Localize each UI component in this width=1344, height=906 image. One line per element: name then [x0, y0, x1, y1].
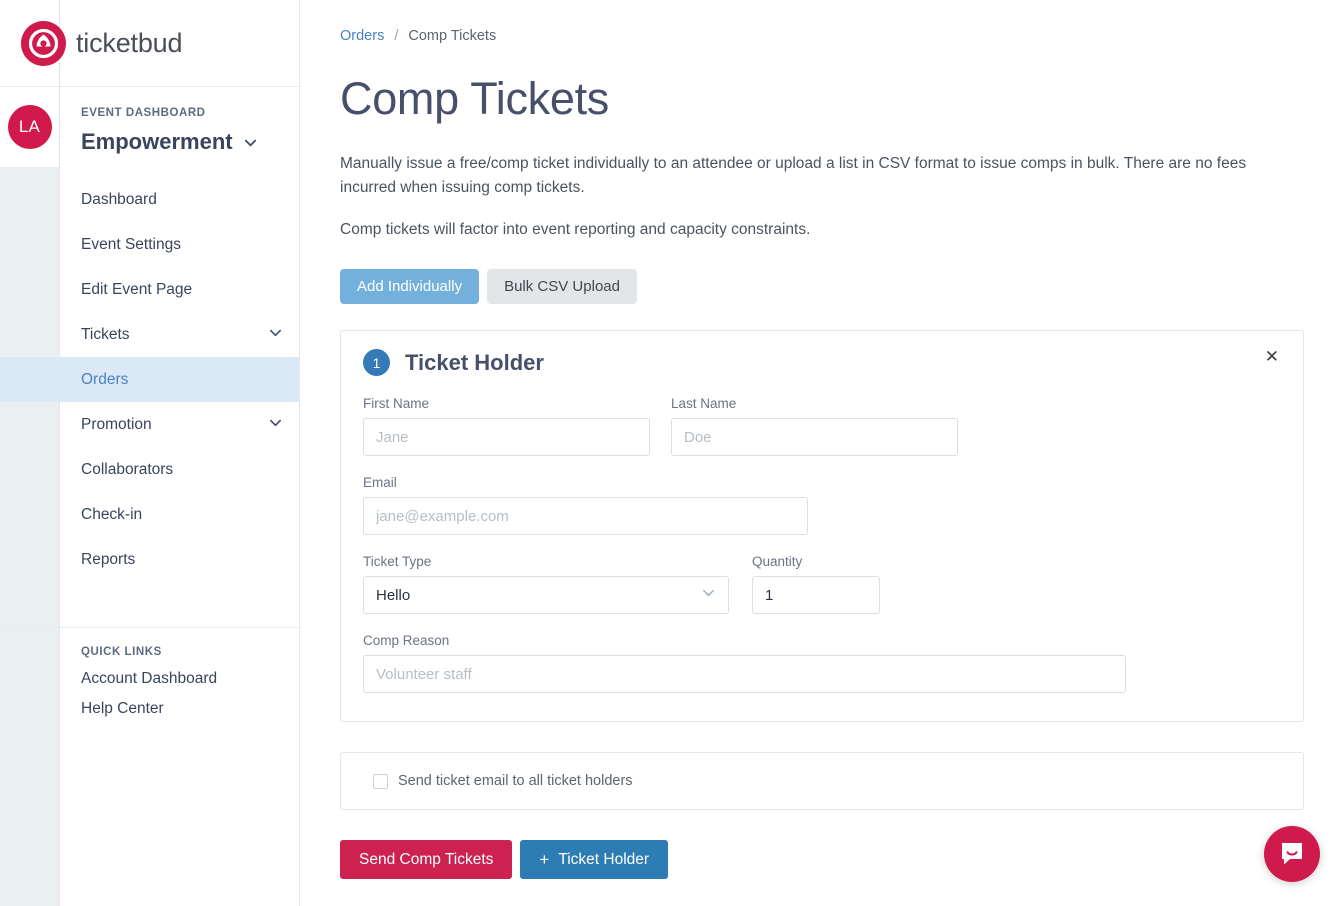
- event-name-label: Empowerment: [81, 129, 233, 154]
- tab-add-individually[interactable]: Add Individually: [340, 269, 480, 305]
- sidebar-item-label: Dashboard: [81, 190, 157, 208]
- event-switcher[interactable]: Empowerment: [60, 119, 299, 155]
- ticket-holder-card-title: Ticket Holder: [405, 349, 544, 375]
- comp-reason-input[interactable]: [363, 655, 1126, 694]
- sidebar-item-reports[interactable]: Reports: [0, 537, 299, 582]
- comp-reason-label: Comp Reason: [363, 633, 450, 649]
- type-quantity-row: Ticket Type Hello Quantity: [363, 554, 1281, 633]
- breadcrumb-separator: /: [394, 28, 399, 44]
- last-name-label: Last Name: [671, 396, 737, 412]
- page-description-1: Manually issue a free/comp ticket indivi…: [340, 155, 1247, 196]
- form-actions: Send Comp Tickets + Ticket Holder: [340, 840, 1304, 880]
- send-email-card: Send ticket email to all ticket holders: [340, 752, 1304, 811]
- ticket-holder-card-header: 1 Ticket Holder: [341, 331, 1303, 377]
- send-ticket-email-checkbox[interactable]: [373, 773, 388, 789]
- add-ticket-holder-label: Ticket Holder: [558, 850, 650, 868]
- breadcrumb-orders-link[interactable]: Orders: [340, 28, 384, 44]
- send-ticket-email-label[interactable]: Send ticket email to all ticket holders: [398, 773, 633, 789]
- sidebar-item-label: Reports: [81, 550, 136, 568]
- sidebar-item-label: Promotion: [81, 415, 152, 433]
- brand-name: ticketbud: [76, 27, 183, 58]
- ticket-type-select[interactable]: Hello: [363, 576, 729, 615]
- ticket-type-group: Ticket Type Hello: [363, 554, 729, 615]
- email-input[interactable]: [363, 497, 808, 536]
- chevron-down-icon: [243, 135, 258, 150]
- brand-header[interactable]: ticketbud: [0, 0, 300, 87]
- sidebar-item-collaborators[interactable]: Collaborators: [0, 447, 299, 492]
- quantity-label: Quantity: [752, 554, 803, 570]
- sidebar-item-event-settings[interactable]: Event Settings: [0, 222, 299, 267]
- sidebar-item-check-in[interactable]: Check-in: [0, 492, 299, 537]
- sidebar-item-orders[interactable]: Orders: [0, 357, 299, 402]
- sidebar-item-dashboard[interactable]: Dashboard: [0, 177, 299, 222]
- ticket-type-select-wrapper: Hello: [363, 576, 729, 615]
- quick-link-help-center[interactable]: Help Center: [60, 688, 299, 718]
- email-group: Email: [363, 475, 808, 536]
- sidebar-item-label: Collaborators: [81, 460, 174, 478]
- ticket-holder-number-badge: 1: [363, 349, 390, 377]
- sidebar-item-label: Event Settings: [81, 235, 181, 253]
- quick-links-title: QUICK LINKS: [81, 646, 162, 658]
- chat-bubble-icon: [1278, 839, 1306, 870]
- page-description-2: Comp tickets will factor into event repo…: [340, 221, 811, 239]
- sidebar-item-tickets[interactable]: Tickets: [0, 312, 299, 357]
- breadcrumb: Orders / Comp Tickets: [340, 28, 1304, 44]
- plus-icon: +: [539, 850, 550, 870]
- sidebar-item-label: Edit Event Page: [81, 280, 193, 298]
- ticketbud-logo-icon: [21, 20, 66, 66]
- ticket-holder-card: 1 Ticket Holder ✕ First Name Last Name: [340, 330, 1304, 723]
- sidebar: ticketbud EVENT DASHBOARD Empowerment Da…: [0, 0, 300, 906]
- intercom-launcher-button[interactable]: [1264, 826, 1320, 882]
- main-content: Orders / Comp Tickets Comp Tickets Manua…: [300, 0, 1344, 906]
- name-row: First Name Last Name: [363, 396, 1281, 475]
- tab-bulk-csv-upload[interactable]: Bulk CSV Upload: [487, 269, 637, 305]
- sidebar-nav: Dashboard Event Settings Edit Event Page…: [0, 155, 299, 582]
- comp-reason-group: Comp Reason: [363, 633, 1126, 694]
- send-comp-tickets-button[interactable]: Send Comp Tickets: [340, 840, 513, 880]
- last-name-input[interactable]: [671, 418, 958, 457]
- sidebar-item-label: Orders: [81, 370, 129, 388]
- avatar[interactable]: LA: [7, 105, 52, 149]
- page-title: Comp Tickets: [340, 73, 609, 124]
- add-ticket-holder-button[interactable]: + Ticket Holder: [520, 840, 669, 880]
- close-icon[interactable]: ✕: [1259, 347, 1285, 366]
- quantity-input[interactable]: [752, 576, 880, 615]
- avatar-container[interactable]: LA: [0, 87, 59, 168]
- breadcrumb-current: Comp Tickets: [408, 28, 497, 44]
- last-name-group: Last Name: [671, 396, 958, 457]
- quantity-group: Quantity: [752, 554, 880, 615]
- first-name-group: First Name: [363, 396, 650, 457]
- sidebar-item-promotion[interactable]: Promotion: [0, 402, 299, 447]
- chevron-down-icon: [268, 325, 283, 345]
- sidebar-item-label: Tickets: [81, 325, 130, 343]
- app-root: LA ticketbud EVENT DASHBOARD Empowerment: [0, 0, 1344, 906]
- first-name-input[interactable]: [363, 418, 650, 457]
- sidebar-item-edit-event-page[interactable]: Edit Event Page: [0, 267, 299, 312]
- email-label: Email: [363, 475, 397, 491]
- mode-toggle-group: Add Individually Bulk CSV Upload: [340, 269, 1304, 305]
- nav-bottom-spacer: [60, 582, 299, 627]
- ticket-holder-form: First Name Last Name Email Ticket Type: [341, 376, 1303, 721]
- quick-link-account-dashboard[interactable]: Account Dashboard: [60, 658, 299, 688]
- first-name-label: First Name: [363, 396, 430, 412]
- ticket-type-label: Ticket Type: [363, 554, 432, 570]
- sidebar-item-label: Check-in: [81, 505, 143, 523]
- sidebar-section-label: EVENT DASHBOARD: [81, 107, 206, 119]
- chevron-down-icon: [268, 415, 283, 435]
- quick-links-section: QUICK LINKS Account Dashboard Help Cente…: [60, 628, 299, 718]
